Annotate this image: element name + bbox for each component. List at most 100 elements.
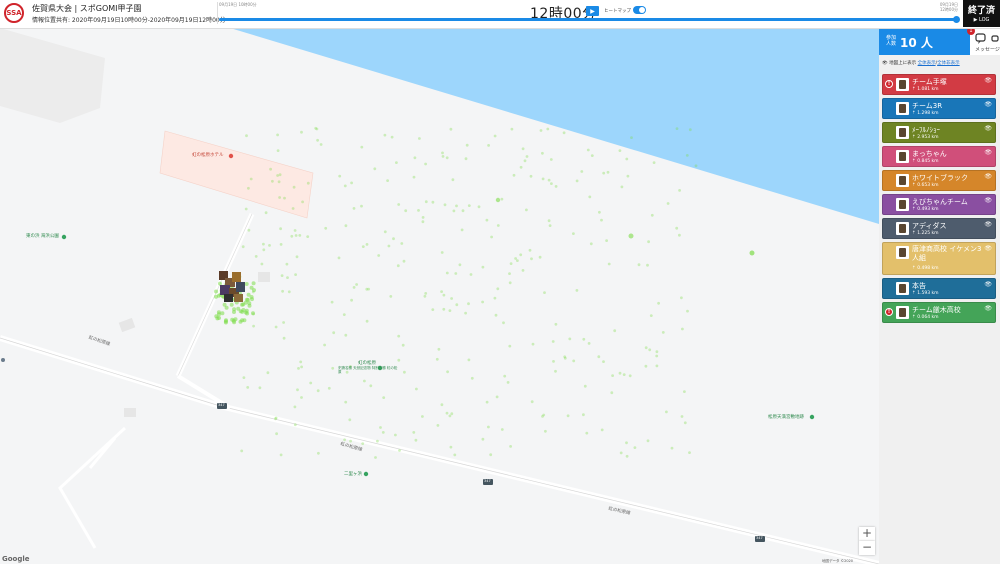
map-label-shrine: 二里ヶ浜 bbox=[344, 472, 362, 477]
heatmap-dot bbox=[383, 133, 387, 137]
heatmap-dot bbox=[377, 254, 381, 257]
heatmap-dot bbox=[281, 289, 284, 293]
heatmap-dot bbox=[454, 272, 458, 275]
eye-icon[interactable]: 👁 bbox=[984, 173, 992, 180]
heatmap-dot bbox=[315, 127, 319, 131]
heatmap-dot bbox=[400, 242, 404, 245]
eye-icon[interactable]: 👁 bbox=[984, 197, 992, 204]
heatmap-dot bbox=[440, 290, 443, 293]
heatmap-dot bbox=[445, 411, 449, 415]
eye-icon[interactable]: 👁 bbox=[984, 305, 992, 312]
heatmap-dot bbox=[316, 138, 319, 142]
team-row[interactable]: まっちゃん ⇡ 0.845 km 👁 bbox=[882, 146, 996, 167]
heatmap-toggle[interactable] bbox=[633, 6, 646, 14]
eye-icon[interactable]: 👁 bbox=[984, 77, 992, 84]
heatmap-dot bbox=[297, 367, 300, 370]
heatmap-dot bbox=[451, 178, 455, 182]
heatmap-dot bbox=[403, 370, 406, 374]
alert-icon: ! bbox=[885, 308, 893, 316]
heatmap-dot bbox=[528, 248, 532, 252]
heatmap-dot bbox=[395, 161, 398, 165]
eye-icon[interactable]: 👁 bbox=[984, 125, 992, 132]
zoom-out-button[interactable]: − bbox=[859, 541, 875, 555]
team-row[interactable]: ﾒｰﾌﾙﾉｼｮｰ ⇡ 2.953 km 👁 bbox=[882, 122, 996, 143]
heatmap-dot bbox=[611, 374, 614, 377]
heatmap-dot bbox=[262, 242, 265, 246]
heatmap-dot bbox=[348, 418, 352, 422]
heatmap-dot bbox=[294, 234, 298, 237]
heatmap-dot bbox=[258, 386, 262, 390]
heatmap-dot bbox=[363, 379, 366, 383]
heatmap-dot bbox=[295, 255, 299, 259]
heatmap-dot bbox=[647, 240, 650, 244]
heatmap-dot bbox=[244, 207, 248, 211]
eye-icon[interactable]: 👁 bbox=[984, 149, 992, 156]
heatmap-dot bbox=[618, 149, 622, 152]
eye-icon[interactable]: 👁 bbox=[984, 245, 992, 252]
team-row[interactable]: ! チーム手塚 ⇡ 1.081 km 👁 bbox=[882, 74, 996, 95]
team-row[interactable]: ホワイトブラック ⇡ 0.653 km 👁 bbox=[882, 170, 996, 191]
heatmap-dot bbox=[494, 313, 498, 317]
heatmap-dot bbox=[449, 445, 453, 449]
team-row[interactable]: えびちゃんチーム ⇡ 0.493 km 👁 bbox=[882, 194, 996, 215]
heatmap-dot bbox=[251, 281, 256, 286]
team-row[interactable]: アディダス ⇡ 1.225 km 👁 bbox=[882, 218, 996, 239]
heatmap-dot bbox=[597, 355, 601, 359]
heatmap-dot bbox=[223, 320, 228, 325]
heatmap-dot bbox=[554, 185, 558, 188]
heatmap-dot bbox=[508, 344, 512, 348]
heatmap-dot bbox=[541, 151, 544, 155]
heatmap-dot bbox=[496, 287, 500, 291]
team-avatar bbox=[896, 102, 909, 115]
heatmap-dot bbox=[277, 180, 281, 184]
heatmap-dot bbox=[296, 388, 299, 392]
heatmap-dot bbox=[417, 209, 420, 212]
heatmap-dot bbox=[300, 396, 303, 399]
heatmap-dot bbox=[350, 181, 353, 185]
eye-icon[interactable]: 👁 bbox=[984, 221, 992, 228]
team-name: 唐津商高校 イケメン3人組 bbox=[912, 245, 982, 262]
heatmap-dot bbox=[455, 204, 458, 208]
heatmap-dot bbox=[446, 370, 449, 374]
heatmap-dot bbox=[549, 158, 553, 161]
heatmap-dot bbox=[436, 424, 440, 427]
team-row[interactable]: 本告 ⇡ 1.593 km 👁 bbox=[882, 278, 996, 299]
timeline-slider[interactable] bbox=[219, 18, 959, 21]
team-row[interactable]: チーム3R ⇡ 1.298 km 👁 bbox=[882, 98, 996, 119]
eye-icon[interactable]: 👁 bbox=[984, 281, 992, 288]
heatmap-dot bbox=[327, 386, 331, 390]
heatmap-dot bbox=[600, 428, 604, 432]
heatmap-dot bbox=[240, 302, 245, 307]
heatmap-dot bbox=[398, 449, 401, 452]
show-all-link[interactable]: 全体表示 bbox=[918, 61, 936, 66]
heatmap-dot bbox=[404, 209, 408, 213]
map-copyright: 地図データ ©2020 bbox=[822, 559, 854, 563]
heatmap-dot bbox=[251, 311, 255, 316]
timeline-handle[interactable] bbox=[953, 16, 960, 23]
heatmap-dot bbox=[458, 263, 462, 267]
heatmap-dot bbox=[655, 364, 659, 368]
heatmap-dot bbox=[587, 342, 591, 345]
heatmap-dot bbox=[435, 357, 439, 361]
team-distance: ⇡ 0.493 km bbox=[912, 207, 939, 212]
heatmap-dot bbox=[678, 233, 681, 237]
heatmap-dot bbox=[749, 250, 755, 256]
heatmap-dot bbox=[282, 321, 285, 324]
heatmap-dot bbox=[317, 451, 320, 455]
heatmap-dot bbox=[481, 300, 484, 304]
team-row[interactable]: ! チーム厳木高校 ⇡ 0.064 km 👁 bbox=[882, 302, 996, 323]
hide-all-link[interactable]: 全体非表示 bbox=[937, 61, 960, 66]
eye-icon[interactable]: 👁 bbox=[984, 101, 992, 108]
zoom-in-button[interactable]: + bbox=[859, 527, 875, 541]
heatmap-dot bbox=[683, 421, 687, 425]
play-icon[interactable]: ▶ bbox=[586, 6, 599, 16]
map-canvas[interactable]: 虹の松原ホテル 東の浜 海浜公園 虹の松原 史蹟名勝 天然記念物 特別名勝 虹の… bbox=[0, 28, 879, 564]
end-log-button[interactable]: 終了済 ▶ LOG bbox=[963, 0, 1000, 27]
heatmap-dot bbox=[373, 167, 377, 171]
heatmap-dot bbox=[443, 203, 447, 207]
team-distance: ⇡ 0.498 km bbox=[912, 266, 939, 271]
heatmap-dot bbox=[293, 229, 297, 232]
team-row[interactable]: 唐津商高校 イケメン3人組 ⇡ 0.498 km 👁 bbox=[882, 242, 996, 275]
team-distance: ⇡ 2.953 km bbox=[912, 135, 939, 140]
heatmap-dot bbox=[274, 325, 278, 329]
